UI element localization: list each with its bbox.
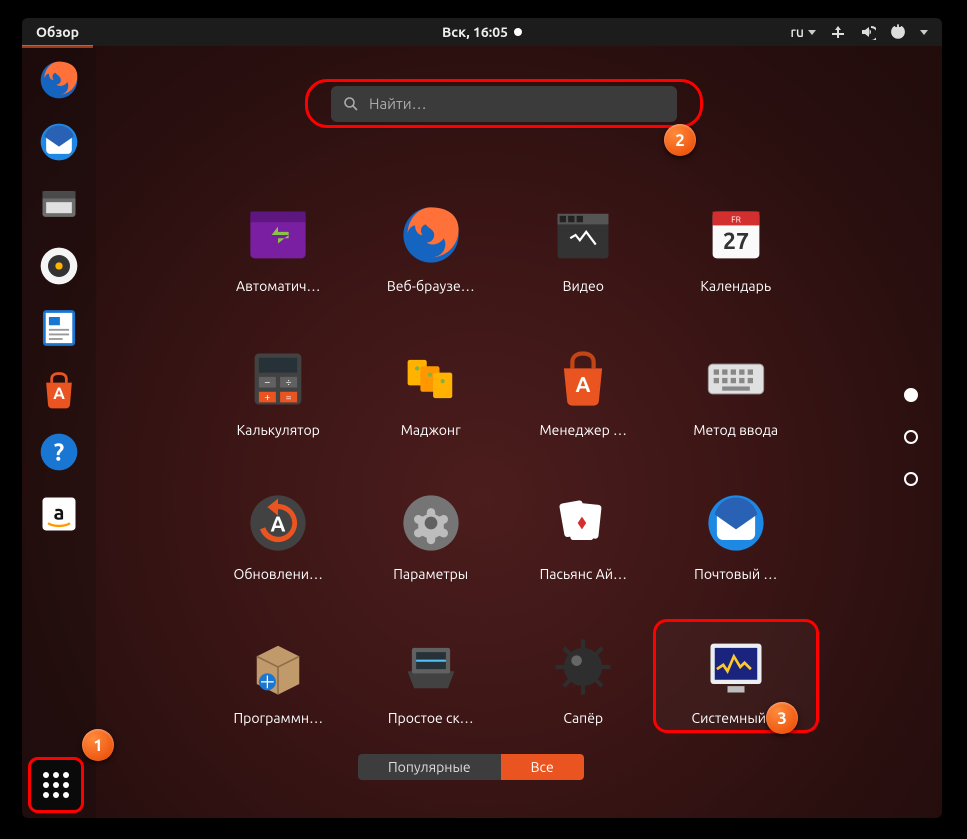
- activities-button[interactable]: Обзор: [22, 18, 93, 46]
- app-software-updater[interactable]: A Обновлени…: [202, 486, 355, 582]
- svg-text:A: A: [271, 513, 286, 537]
- solitaire-icon: [546, 486, 620, 560]
- app-videos[interactable]: Видео: [507, 198, 660, 294]
- app-firefox[interactable]: Веб-браузе…: [355, 198, 508, 294]
- package-icon: [241, 630, 315, 704]
- svg-text:−: −: [265, 376, 271, 388]
- dock-amazon[interactable]: a: [33, 488, 85, 540]
- search-placeholder: Найти…: [369, 95, 427, 112]
- svg-text:+: +: [265, 391, 271, 403]
- dock-help[interactable]: ?: [33, 426, 85, 478]
- apps-grid-icon: [40, 769, 72, 801]
- svg-text:27: 27: [723, 228, 749, 254]
- annotation-badge-3: 3: [766, 702, 798, 734]
- settings-icon: [394, 486, 468, 560]
- dock-libreoffice-writer[interactable]: [33, 302, 85, 354]
- dock: A ? a: [22, 46, 96, 818]
- mine-icon: [546, 630, 620, 704]
- search-icon: [343, 96, 359, 112]
- search-highlight-box: Найти…: [305, 79, 703, 128]
- clock[interactable]: Вск, 16:05: [442, 24, 522, 40]
- app-label: Веб-браузе…: [387, 278, 475, 294]
- backup-icon: [241, 198, 315, 272]
- app-backup[interactable]: Автоматич…: [202, 198, 355, 294]
- notification-dot-icon: [514, 28, 522, 36]
- svg-text:A: A: [576, 373, 591, 397]
- app-label: Простое ск…: [388, 710, 474, 726]
- calculator-icon: − ÷ + =: [241, 342, 315, 416]
- dock-rhythmbox[interactable]: [33, 240, 85, 292]
- dock-ubuntu-software[interactable]: A: [33, 364, 85, 416]
- system-monitor-icon: [699, 630, 773, 704]
- app-calculator[interactable]: − ÷ + = Калькулятор: [202, 342, 355, 438]
- firefox-icon: [394, 198, 468, 272]
- svg-text:÷: ÷: [286, 376, 292, 388]
- software-center-icon: A: [546, 342, 620, 416]
- svg-text:FR: FR: [731, 214, 741, 224]
- app-label: Калькулятор: [237, 422, 320, 438]
- top-bar: Обзор Вск, 16:05 ru: [22, 18, 942, 46]
- view-toggle: Популярные Все: [358, 754, 584, 780]
- volume-icon[interactable]: [860, 24, 876, 40]
- mahjongg-icon: [394, 342, 468, 416]
- app-label: Пасьянс Ай…: [540, 566, 627, 582]
- app-label: Почтовый …: [694, 566, 777, 582]
- app-solitaire[interactable]: Пасьянс Ай…: [507, 486, 660, 582]
- annotation-badge-1: 1: [82, 729, 114, 761]
- app-label: Программн…: [233, 710, 323, 726]
- videos-icon: [546, 198, 620, 272]
- app-settings[interactable]: Параметры: [355, 486, 508, 582]
- app-simple-scan[interactable]: Простое ск…: [355, 630, 508, 726]
- app-label: Автоматич…: [236, 278, 320, 294]
- app-software-install[interactable]: Программн…: [202, 630, 355, 726]
- app-mahjongg[interactable]: Маджонг: [355, 342, 508, 438]
- clock-label: Вск, 16:05: [442, 24, 508, 40]
- svg-text:a: a: [54, 501, 65, 524]
- calendar-icon: FR 27: [699, 198, 773, 272]
- scanner-icon: [394, 630, 468, 704]
- search-input[interactable]: Найти…: [331, 86, 677, 122]
- app-label: Сапёр: [563, 710, 603, 726]
- page-dot-2[interactable]: [904, 430, 918, 444]
- app-label: Обновлени…: [234, 566, 323, 582]
- app-label: Маджонг: [401, 422, 461, 438]
- page-dot-1[interactable]: [904, 388, 918, 402]
- app-minesweeper[interactable]: Сапёр: [507, 630, 660, 726]
- view-frequent-button[interactable]: Популярные: [358, 754, 501, 780]
- annotation-badge-2: 2: [664, 124, 696, 156]
- dock-files[interactable]: [33, 178, 85, 230]
- view-all-button[interactable]: Все: [501, 754, 584, 780]
- keyboard-icon: [699, 342, 773, 416]
- dock-thunderbird[interactable]: [33, 116, 85, 168]
- power-icon[interactable]: [890, 24, 906, 40]
- language-label: ru: [790, 24, 804, 40]
- app-label: Метод ввода: [693, 422, 778, 438]
- input-language-indicator[interactable]: ru: [790, 24, 816, 40]
- show-applications-button[interactable]: [28, 757, 84, 813]
- svg-text:?: ?: [54, 438, 64, 465]
- svg-text:A: A: [53, 385, 65, 403]
- dock-firefox[interactable]: [33, 54, 85, 106]
- app-label: Видео: [563, 278, 604, 294]
- chevron-down-icon: [808, 30, 816, 35]
- app-software-center[interactable]: A Менеджер …: [507, 342, 660, 438]
- app-label: Календарь: [700, 278, 771, 294]
- thunderbird-icon: [699, 486, 773, 560]
- app-grid: Автоматич… Веб-браузе… Видео FR 27 Календ…: [202, 198, 812, 726]
- app-thunderbird[interactable]: Почтовый …: [660, 486, 813, 582]
- system-tray: ru: [790, 24, 942, 40]
- page-indicator[interactable]: [904, 388, 918, 486]
- app-label: Параметры: [393, 566, 468, 582]
- app-input-method[interactable]: Метод ввода: [660, 342, 813, 438]
- network-icon[interactable]: [830, 24, 846, 40]
- chevron-down-icon: [920, 30, 928, 35]
- app-calendar[interactable]: FR 27 Календарь: [660, 198, 813, 294]
- page-dot-3[interactable]: [904, 472, 918, 486]
- svg-text:=: =: [286, 391, 292, 403]
- app-label: Менеджер …: [539, 422, 627, 438]
- activities-label: Обзор: [36, 24, 79, 40]
- software-updater-icon: A: [241, 486, 315, 560]
